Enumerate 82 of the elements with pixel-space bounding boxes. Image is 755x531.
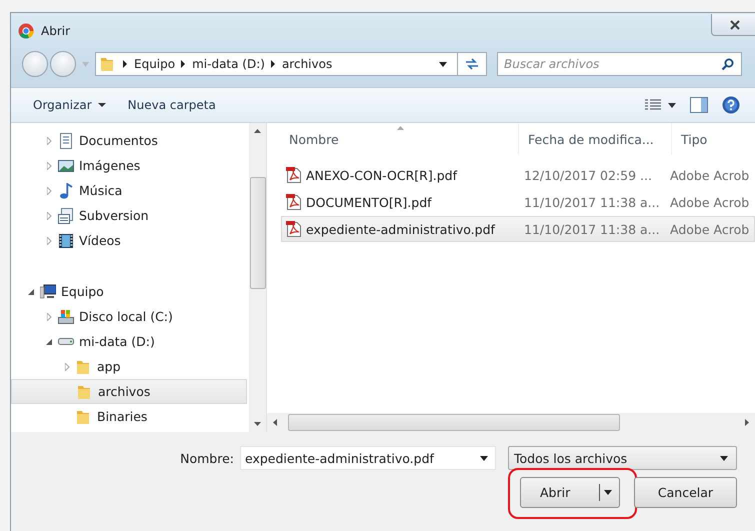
- file-name-field[interactable]: expediente-administrativo.pdf: [240, 446, 496, 470]
- music-note-icon: [58, 182, 74, 198]
- scrollbar[interactable]: [267, 413, 755, 432]
- column-header[interactable]: Tipo: [672, 123, 755, 155]
- close-button[interactable]: [711, 14, 755, 36]
- folder-icon: [76, 358, 92, 374]
- pdf-file-icon: [286, 194, 302, 210]
- breadcrumb[interactable]: mi-data (D:): [192, 57, 265, 71]
- tree-item[interactable]: Binaries: [11, 404, 247, 429]
- scroll-down-icon[interactable]: [254, 422, 261, 426]
- open-button[interactable]: Abrir: [520, 477, 620, 508]
- tree-item[interactable]: Vídeos: [11, 228, 247, 253]
- tree-item[interactable]: Subversion: [11, 203, 247, 228]
- column-header[interactable]: Fecha de modifica...: [519, 123, 672, 155]
- scroll-up-icon[interactable]: [254, 129, 261, 133]
- table-cell-text: 11/10/2017 11:38 a...: [524, 222, 661, 236]
- tree-item[interactable]: app: [11, 354, 247, 379]
- table-cell-text: Adobe Acrob: [670, 194, 750, 210]
- cancel-button[interactable]: Cancelar: [634, 477, 737, 508]
- file-row[interactable]: DOCUMENTO[R].pdf 11/10/2017 11:38 a... Adobe Acrob: [281, 189, 755, 215]
- document-icon: [58, 132, 74, 148]
- picture-icon: [58, 158, 74, 174]
- file-type-dropdown[interactable]: Todos los archivos: [508, 446, 737, 470]
- scroll-thumb[interactable]: [250, 177, 266, 289]
- computer-icon: [40, 284, 56, 300]
- refresh-icon[interactable]: [465, 58, 479, 70]
- pdf-file-icon: [286, 221, 302, 237]
- search-field[interactable]: Buscar archivos: [497, 52, 742, 76]
- sort-arrow-icon: [397, 126, 404, 130]
- tree-item[interactable]: archivos: [11, 379, 247, 404]
- toolbar-button[interactable]: Organizar: [27, 94, 112, 116]
- caret-icon: [668, 102, 676, 108]
- tree-item[interactable]: mi-data (D:): [11, 329, 247, 354]
- tree-item[interactable]: Música: [11, 178, 247, 203]
- chevron-icon[interactable]: [123, 60, 128, 68]
- scroll-thumb[interactable]: [288, 414, 620, 431]
- caret-icon[interactable]: [439, 62, 447, 66]
- help-icon[interactable]: [722, 96, 740, 114]
- column-header[interactable]: Nombre: [285, 123, 519, 155]
- search-icon: [721, 58, 734, 71]
- address-bar[interactable]: Equipo mi-data (D:) archivos: [95, 52, 487, 76]
- document-icon: [58, 208, 74, 224]
- table-cell-text: Adobe Acrob: [670, 168, 750, 182]
- pdf-file-icon: [286, 167, 302, 183]
- table-cell-text: 12/10/2017 02:59 ...: [524, 168, 653, 182]
- chevron-icon[interactable]: [270, 60, 276, 68]
- view-options-button[interactable]: [645, 99, 676, 111]
- close-icon: [729, 20, 741, 30]
- drive-icon: [58, 308, 74, 324]
- breadcrumb[interactable]: Equipo: [134, 57, 176, 71]
- list-view-icon: [645, 99, 661, 111]
- scrollbar[interactable]: [249, 123, 266, 432]
- caret-icon[interactable]: [480, 456, 488, 461]
- file-name: expediente-administrativo.pdf: [306, 222, 495, 236]
- caret-icon: [720, 456, 728, 460]
- breadcrumb[interactable]: archivos: [282, 57, 332, 71]
- file-row[interactable]: ANEXO-CON-OCR[R].pdf 12/10/2017 02:59 ... Adobe Acrob: [281, 162, 755, 188]
- tree-item[interactable]: Documentos: [11, 128, 247, 153]
- browser-logo-icon: [18, 23, 34, 39]
- chevron-icon[interactable]: [181, 60, 186, 68]
- file-row[interactable]: expediente-administrativo.pdf 11/10/2017 11:38 a... Adobe Acrob: [281, 216, 755, 242]
- folder-icon: [76, 408, 92, 424]
- scroll-right-icon[interactable]: [745, 419, 749, 426]
- preview-pane-icon[interactable]: [690, 97, 708, 113]
- tree-item[interactable]: Imágenes: [11, 153, 247, 178]
- file-name-label: Nombre:: [180, 450, 234, 466]
- tree-item[interactable]: Equipo: [11, 279, 247, 304]
- tree-item[interactable]: Disco local (C:): [11, 304, 247, 329]
- table-cell-text: 11/10/2017 11:38 a...: [524, 194, 661, 210]
- file-name: DOCUMENTO[R].pdf: [306, 194, 432, 210]
- folder-icon: [100, 56, 114, 72]
- folder-icon: [77, 384, 93, 400]
- drive-icon: [58, 338, 74, 345]
- collapse-arrow-icon[interactable]: [28, 288, 34, 294]
- file-name: ANEXO-CON-OCR[R].pdf: [306, 168, 457, 182]
- collapse-arrow-icon[interactable]: [46, 338, 52, 344]
- toolbar-button[interactable]: Nueva carpeta: [122, 94, 222, 116]
- scroll-left-icon[interactable]: [273, 419, 277, 426]
- window-title: Abrir: [41, 24, 70, 38]
- film-icon: [58, 232, 74, 248]
- table-cell-text: Adobe Acrob: [670, 222, 750, 236]
- caret-icon[interactable]: [604, 490, 612, 495]
